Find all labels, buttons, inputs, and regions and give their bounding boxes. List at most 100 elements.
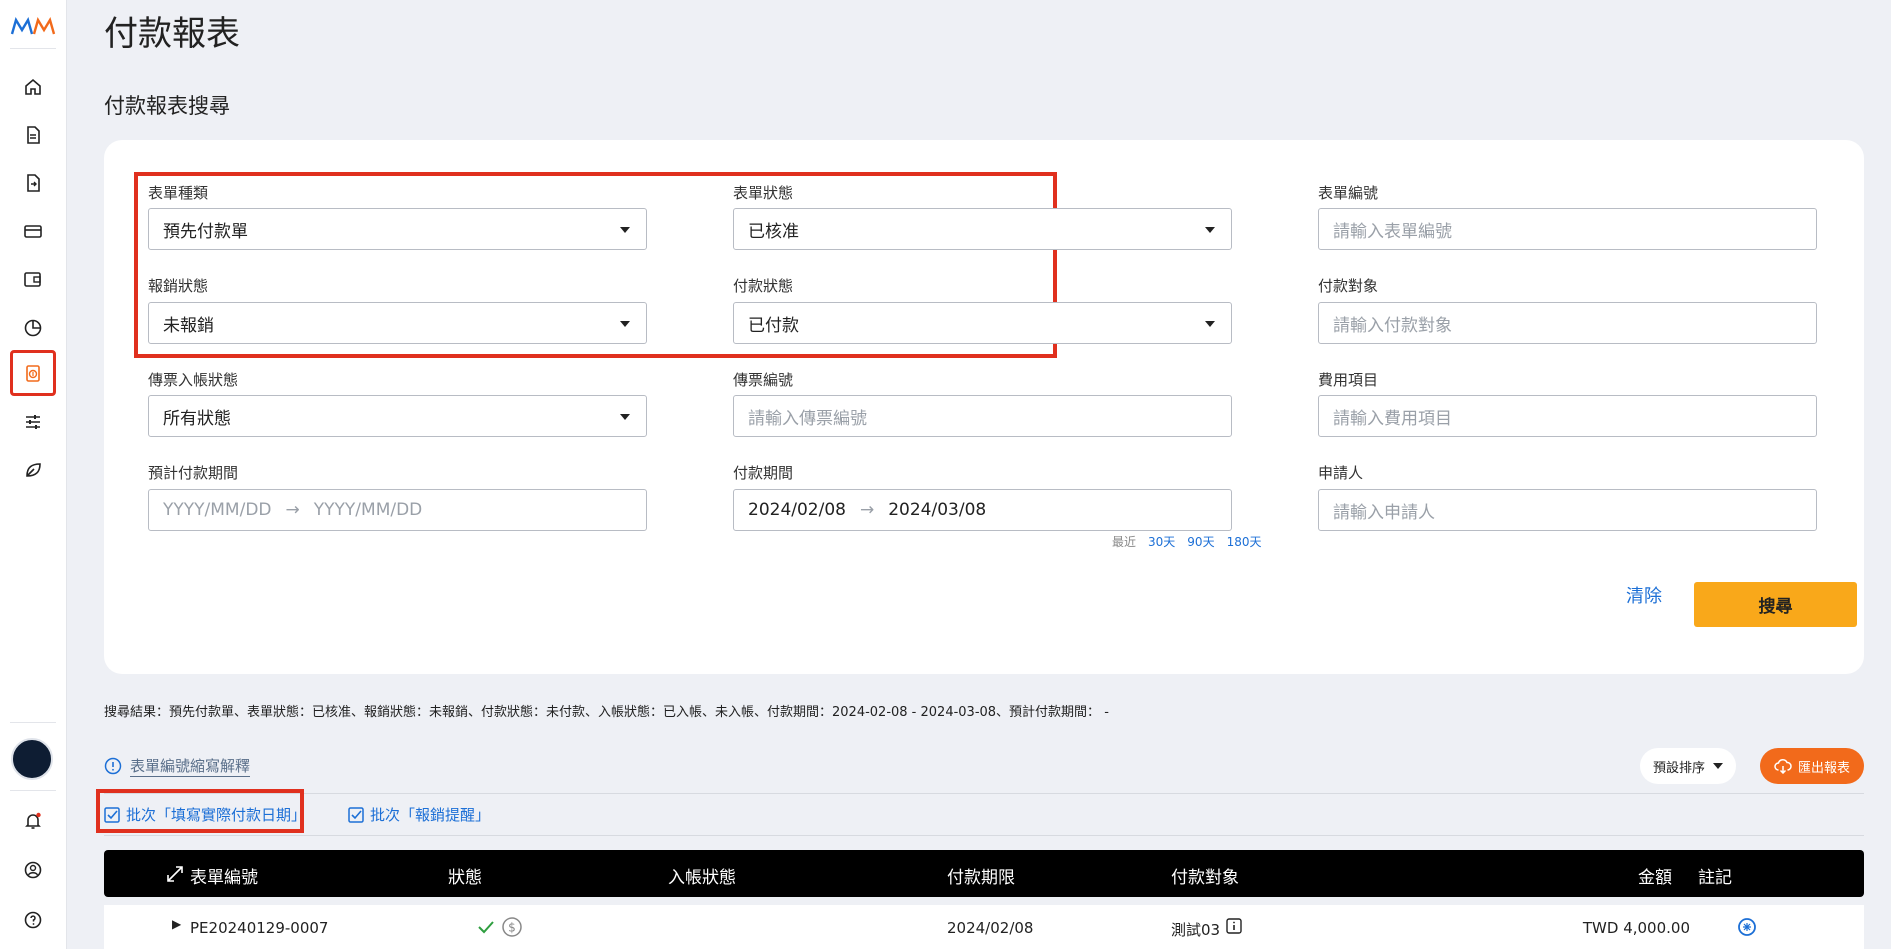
checkbox-icon [104,806,120,823]
pay-period-start[interactable]: 2024/02/08 [748,500,846,520]
search-result-summary: 搜尋結果：預先付款單、表單狀態：已核准、報銷狀態：未報銷、付款狀態：未付款、入帳… [104,705,1109,720]
expected-start-placeholder[interactable]: YYYY/MM/DD [163,500,272,520]
row-due-date: 2024/02/08 [947,919,1034,937]
quick-range: 最近 30天 90天 180天 [1112,533,1261,550]
th-payee[interactable]: 付款對象 [1171,863,1239,888]
credit-card-icon[interactable] [13,211,53,251]
sort-dropdown[interactable]: 預設排序 [1640,748,1736,784]
reimb-status-select[interactable]: 未報銷 [148,302,647,344]
sidebar-divider-avatar [10,790,56,791]
applicant-input[interactable]: 請輸入申請人 [1318,489,1817,531]
wallet-icon[interactable] [13,259,53,299]
info-icon [104,757,122,775]
doc-status-label: 表單狀態 [733,184,794,202]
doc-status-value: 已核准 [748,221,799,242]
divider [104,835,1864,836]
user-icon[interactable] [13,850,53,890]
sidebar-divider [10,48,56,49]
clear-button[interactable]: 清除 [1626,582,1662,608]
quick-180-days[interactable]: 180天 [1227,535,1262,549]
expected-period-range[interactable]: YYYY/MM/DD → YYYY/MM/DD [148,489,647,531]
caret-down-icon [1713,763,1723,769]
sidebar-divider-bottom [10,722,56,723]
pay-period-end[interactable]: 2024/03/08 [888,500,986,520]
voucher-no-placeholder: 請輸入傳票編號 [748,408,867,429]
caret-down-icon [1205,321,1215,327]
doc-no-placeholder: 請輸入表單編號 [1333,221,1452,242]
quick-90-days[interactable]: 90天 [1187,535,1214,549]
expected-end-placeholder[interactable]: YYYY/MM/DD [314,500,423,520]
home-icon[interactable] [13,67,53,107]
th-note[interactable]: 註記 [1698,863,1732,888]
th-doc-no[interactable]: 表單編號 [190,863,258,888]
voucher-status-label: 傳票入帳狀態 [148,371,239,389]
export-report-button[interactable]: 匯出報表 [1760,748,1864,784]
row-amount: TWD 4,000.00 [1582,919,1690,937]
document-icon[interactable] [13,115,53,155]
expense-item-placeholder: 請輸入費用項目 [1333,408,1452,429]
batch-pay-date-button[interactable]: 批次「填寫實際付款日期」 [104,804,306,825]
th-status[interactable]: 狀態 [448,863,482,888]
voucher-status-select[interactable]: 所有狀態 [148,395,647,437]
th-amount[interactable]: 金額 [1638,863,1672,888]
page-title: 付款報表 [104,14,240,54]
batch-reminder-button[interactable]: 批次「報銷提醒」 [348,804,490,825]
expected-period-label: 預計付款期間 [148,464,239,482]
voucher-no-input[interactable]: 請輸入傳票編號 [733,395,1232,437]
voucher-no-label: 傳票編號 [733,371,794,389]
expense-item-input[interactable]: 請輸入費用項目 [1318,395,1817,437]
doc-status-select[interactable]: 已核准 [733,208,1232,250]
sort-label: 預設排序 [1652,760,1705,776]
pie-chart-icon[interactable] [13,308,53,348]
payee-label: 付款對象 [1318,277,1379,295]
sliders-icon[interactable] [13,402,53,442]
reimb-status-value: 未報銷 [163,315,214,336]
batch-reminder-label: 批次「報銷提醒」 [370,806,491,824]
caret-down-icon [1205,227,1215,233]
doc-type-label: 表單種類 [148,184,209,202]
avatar[interactable] [11,738,53,780]
document-export-icon[interactable] [13,163,53,203]
doc-no-label: 表單編號 [1318,184,1379,202]
search-button[interactable]: 搜尋 [1694,582,1857,627]
help-icon[interactable] [13,900,53,940]
abbr-explain-link[interactable]: 表單編號縮寫解釋 [104,755,251,777]
section-title: 付款報表搜尋 [104,94,230,118]
caret-down-icon [620,414,630,420]
abbr-explain-label[interactable]: 表單編號縮寫解釋 [130,755,251,777]
search-form-card: 表單種類 預先付款單 表單狀態 已核准 表單編號 請輸入表單編號 報銷狀態 未報… [104,140,1864,674]
bell-icon[interactable] [13,801,53,841]
divider [104,793,1864,794]
applicant-placeholder: 請輸入申請人 [1333,502,1435,523]
table-row[interactable]: ▶ PE20240129-0007 $ 2024/02/08 測試03 TWD … [104,905,1864,949]
leaf-icon[interactable] [13,450,53,490]
payee-input[interactable]: 請輸入付款對象 [1318,302,1817,344]
checkbox-icon [348,806,364,823]
doc-type-select[interactable]: 預先付款單 [148,208,647,250]
check-icon [478,921,494,934]
th-posting-status[interactable]: 入帳狀態 [668,863,736,888]
app-logo-icon[interactable] [10,14,56,38]
pay-status-label: 付款狀態 [733,277,794,295]
th-due-date[interactable]: 付款期限 [947,863,1015,888]
pay-period-label: 付款期間 [733,464,794,482]
main-content: 付款報表 付款報表搜尋 表單種類 預先付款單 表單狀態 已核准 表單編號 請輸入… [66,0,1891,949]
info-box-icon[interactable] [1226,918,1242,934]
cloud-download-icon [1774,758,1792,774]
caret-right-icon[interactable]: ▶ [172,917,181,931]
export-report-label: 匯出報表 [1797,760,1850,776]
quick-30-days[interactable]: 30天 [1148,535,1175,549]
doc-type-value: 預先付款單 [163,221,248,242]
payment-report-icon[interactable] [10,350,56,396]
applicant-label: 申請人 [1318,464,1364,482]
payee-placeholder: 請輸入付款對象 [1333,315,1452,336]
row-doc-no[interactable]: PE20240129-0007 [190,919,328,937]
row-payee: 測試03 [1171,921,1221,939]
note-badge-icon[interactable] [1737,917,1757,937]
expand-icon[interactable] [166,865,184,883]
caret-down-icon [620,321,630,327]
pay-status-select[interactable]: 已付款 [733,302,1232,344]
doc-no-input[interactable]: 請輸入表單編號 [1318,208,1817,250]
pay-period-range[interactable]: 2024/02/08 → 2024/03/08 [733,489,1232,531]
batch-pay-date-label: 批次「填寫實際付款日期」 [126,806,307,824]
